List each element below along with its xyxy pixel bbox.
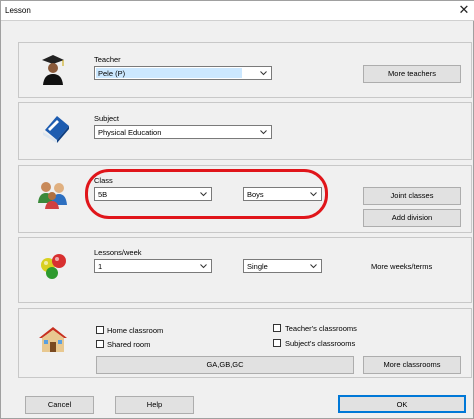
help-button[interactable]: Help [115,396,194,414]
home-classroom-checkbox[interactable] [96,326,104,334]
shared-room-checkbox[interactable] [96,340,104,348]
teacher-icon [42,55,64,85]
more-weeks-terms-link[interactable]: More weeks/terms [371,262,432,271]
shared-room-label: Shared room [107,340,151,349]
rooms-button[interactable]: GA,GB,GC [96,356,354,374]
ok-button[interactable]: OK [338,395,466,413]
red-highlight-circle [85,169,328,219]
lesson-dialog: Lesson ✕ Teacher Pele (P) More teachers … [0,0,474,419]
subject-select[interactable]: Physical Education [94,125,272,139]
house-icon [39,327,67,352]
joint-classes-button[interactable]: Joint classes [363,187,461,205]
cancel-button[interactable]: Cancel [25,396,94,414]
chevron-down-icon [310,264,317,269]
book-icon [43,116,69,143]
lesson-type-select[interactable]: Single [243,259,322,273]
add-division-button[interactable]: Add division [363,209,461,227]
more-classrooms-button[interactable]: More classrooms [363,356,461,374]
subject-value: Physical Education [98,128,162,137]
close-icon[interactable]: ✕ [457,2,471,18]
subject-label: Subject [94,114,120,123]
teacher-select[interactable]: Pele (P) [94,66,272,80]
classroom-group: Home classroom Shared room Teacher's cla… [18,308,472,378]
chevron-down-icon [200,264,207,269]
chevron-down-icon [260,71,267,76]
teacher-value: Pele (P) [98,69,126,78]
home-classroom-label: Home classroom [107,326,164,335]
subjects-classrooms-checkbox[interactable] [273,339,281,347]
balls-icon [41,254,66,279]
teacher-group: Teacher Pele (P) More teachers [18,42,472,98]
more-teachers-button[interactable]: More teachers [363,65,461,83]
students-icon [38,182,67,209]
lessons-value: 1 [98,262,103,271]
lessons-select[interactable]: 1 [94,259,212,273]
lessons-group: Lessons/week 1 Single More weeks/terms [18,237,472,303]
teachers-classrooms-checkbox[interactable] [273,324,281,332]
teacher-label: Teacher [94,55,121,64]
lesson-type-value: Single [247,262,268,271]
subjects-classrooms-label: Subject's classrooms [285,339,356,348]
chevron-down-icon [260,130,267,135]
window-title: Lesson [5,6,31,15]
subject-group: Subject Physical Education [18,102,472,160]
lessons-label: Lessons/week [94,248,142,257]
title-bar: Lesson ✕ [1,1,474,21]
teachers-classrooms-label: Teacher's classrooms [285,324,357,333]
